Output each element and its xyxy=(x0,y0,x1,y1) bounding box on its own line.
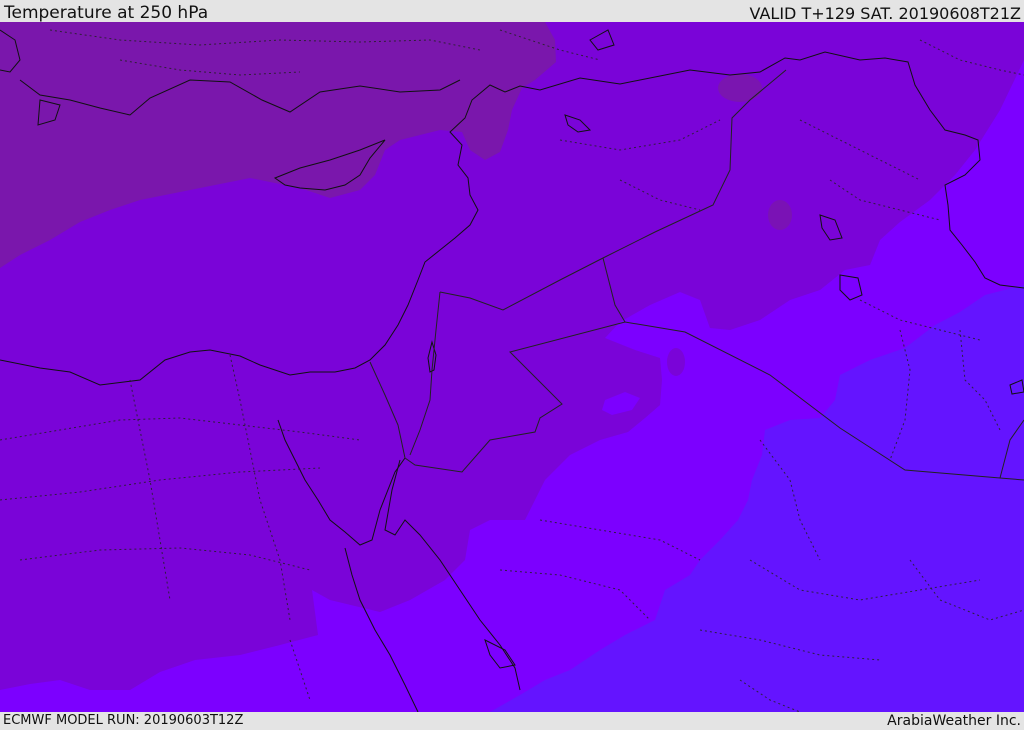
warm-patch xyxy=(667,348,685,376)
footer-bar: ECMWF MODEL RUN: 20190603T12Z ArabiaWeat… xyxy=(0,712,1024,729)
cold-patch xyxy=(718,74,762,102)
map-title: Temperature at 250 hPa xyxy=(4,3,209,23)
temperature-map[interactable] xyxy=(0,22,1024,712)
valid-time: VALID T+129 SAT. 20190608T21Z xyxy=(749,4,1021,23)
header-bar: Temperature at 250 hPa VALID T+129 SAT. … xyxy=(0,0,1024,23)
model-run: ECMWF MODEL RUN: 20190603T12Z xyxy=(3,713,244,728)
cold-patch xyxy=(768,200,792,230)
credit-text: ArabiaWeather Inc. xyxy=(887,713,1021,729)
